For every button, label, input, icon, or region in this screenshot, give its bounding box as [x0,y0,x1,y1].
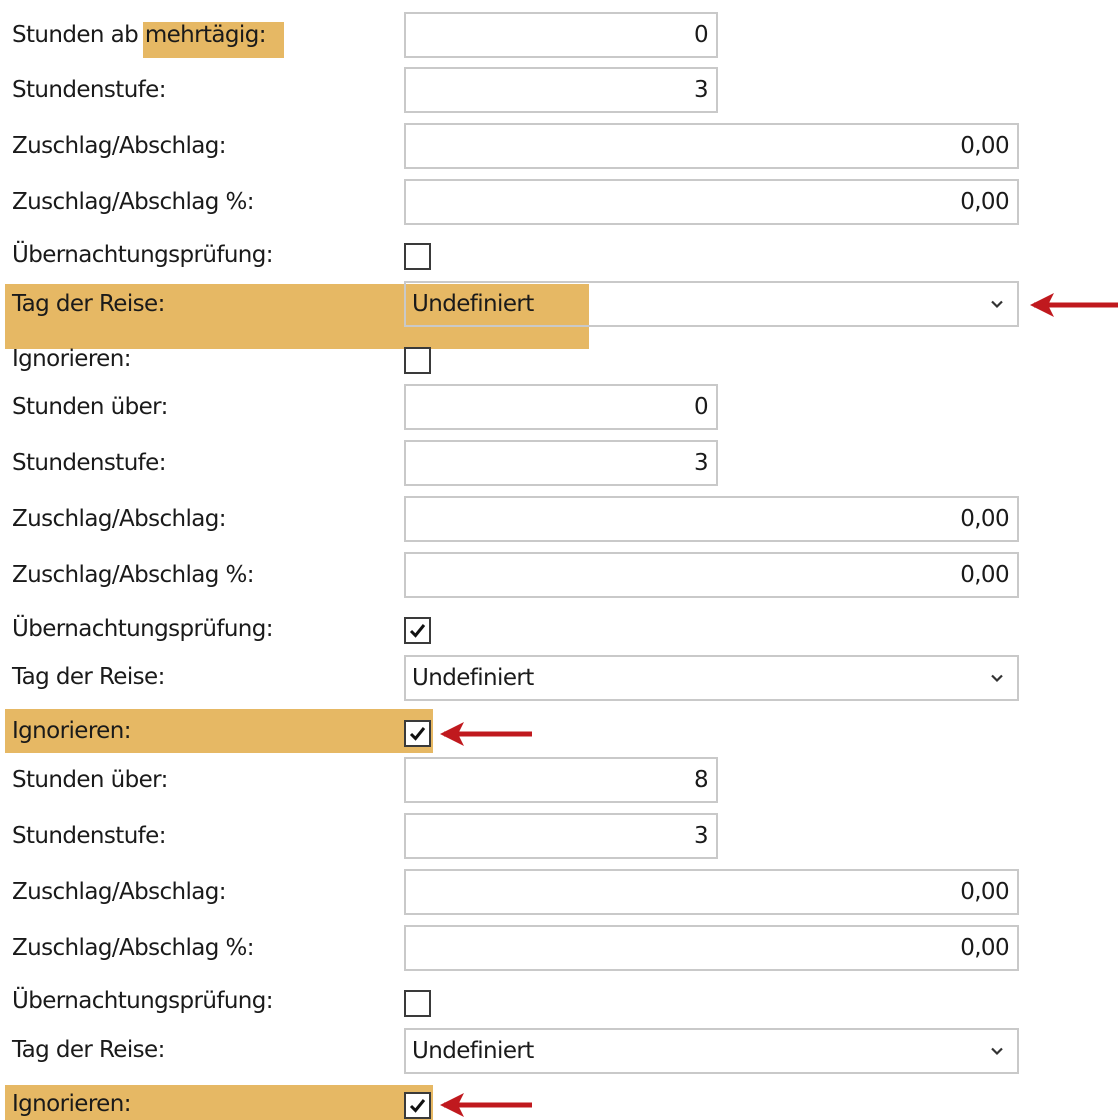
stundenstufe-input[interactable]: 3 [404,813,718,859]
label-tag-der-reise: Tag der Reise: [12,291,165,317]
checkmark-icon [409,624,426,638]
label-ignorieren: Ignorieren: [12,346,131,372]
label-stundenstufe: Stundenstufe: [12,77,166,103]
ignorieren-checkbox[interactable] [404,1092,431,1119]
tag-der-reise-select[interactable]: Undefiniert [404,655,1019,701]
label-stunden-ueber: Stunden über: [12,394,168,420]
label-highlight: mehrtägig: [144,22,267,48]
ignorieren-checkbox[interactable] [404,720,431,747]
label-stunden-ab-mehrtaegig: Stunden ab mehrtägig: [12,20,266,50]
label-uebernachtungspruefung: Übernachtungsprüfung: [12,242,274,268]
tag-der-reise-select[interactable]: Undefiniert [404,1028,1019,1074]
stundenstufe-input[interactable]: 3 [404,67,718,113]
chevron-down-icon [991,674,1003,683]
zuschlag-prozent-input[interactable]: 0,00 [404,925,1019,971]
red-arrow-icon [440,722,532,746]
label-stunden-ueber: Stunden über: [12,767,168,793]
ignorieren-checkbox[interactable] [404,347,431,374]
label-zuschlag-prozent: Zuschlag/Abschlag %: [12,935,255,961]
red-arrow-icon [440,1093,532,1117]
label-ignorieren: Ignorieren: [12,718,131,744]
label-stundenstufe: Stundenstufe: [12,823,166,849]
label-zuschlag-prozent: Zuschlag/Abschlag %: [12,562,255,588]
tag-der-reise-value: Undefiniert [412,1038,534,1064]
zuschlag-input[interactable]: 0,00 [404,869,1019,915]
stunden-ab-mehrtaegig-input[interactable]: 0 [404,12,718,58]
chevron-down-icon [991,300,1003,309]
zuschlag-prozent-input[interactable]: 0,00 [404,552,1019,598]
uebernachtungspruefung-checkbox[interactable] [404,990,431,1017]
label-uebernachtungspruefung: Übernachtungsprüfung: [12,616,274,642]
label-tag-der-reise: Tag der Reise: [12,1037,165,1063]
label-ignorieren: Ignorieren: [12,1091,131,1117]
chevron-down-icon [991,1047,1003,1056]
label-zuschlag: Zuschlag/Abschlag: [12,879,227,905]
tag-der-reise-value: Undefiniert [412,665,534,691]
zuschlag-input[interactable]: 0,00 [404,123,1019,169]
tag-der-reise-value: Undefiniert [412,291,534,317]
label-zuschlag: Zuschlag/Abschlag: [12,133,227,159]
label-zuschlag: Zuschlag/Abschlag: [12,506,227,532]
label-zuschlag-prozent: Zuschlag/Abschlag %: [12,189,255,215]
checkmark-icon [409,727,426,741]
label-prefix: Stunden ab [12,22,139,48]
label-stundenstufe: Stundenstufe: [12,450,166,476]
red-arrow-icon [1030,293,1118,317]
zuschlag-input[interactable]: 0,00 [404,496,1019,542]
checkmark-icon [409,1099,426,1113]
uebernachtungspruefung-checkbox[interactable] [404,617,431,644]
uebernachtungspruefung-checkbox[interactable] [404,243,431,270]
stunden-ueber-input[interactable]: 0 [404,384,718,430]
label-uebernachtungspruefung: Übernachtungsprüfung: [12,988,274,1014]
stundenstufe-input[interactable]: 3 [404,440,718,486]
stunden-ueber-input[interactable]: 8 [404,757,718,803]
tag-der-reise-select[interactable]: Undefiniert [404,281,1019,327]
zuschlag-prozent-input[interactable]: 0,00 [404,179,1019,225]
label-tag-der-reise: Tag der Reise: [12,664,165,690]
